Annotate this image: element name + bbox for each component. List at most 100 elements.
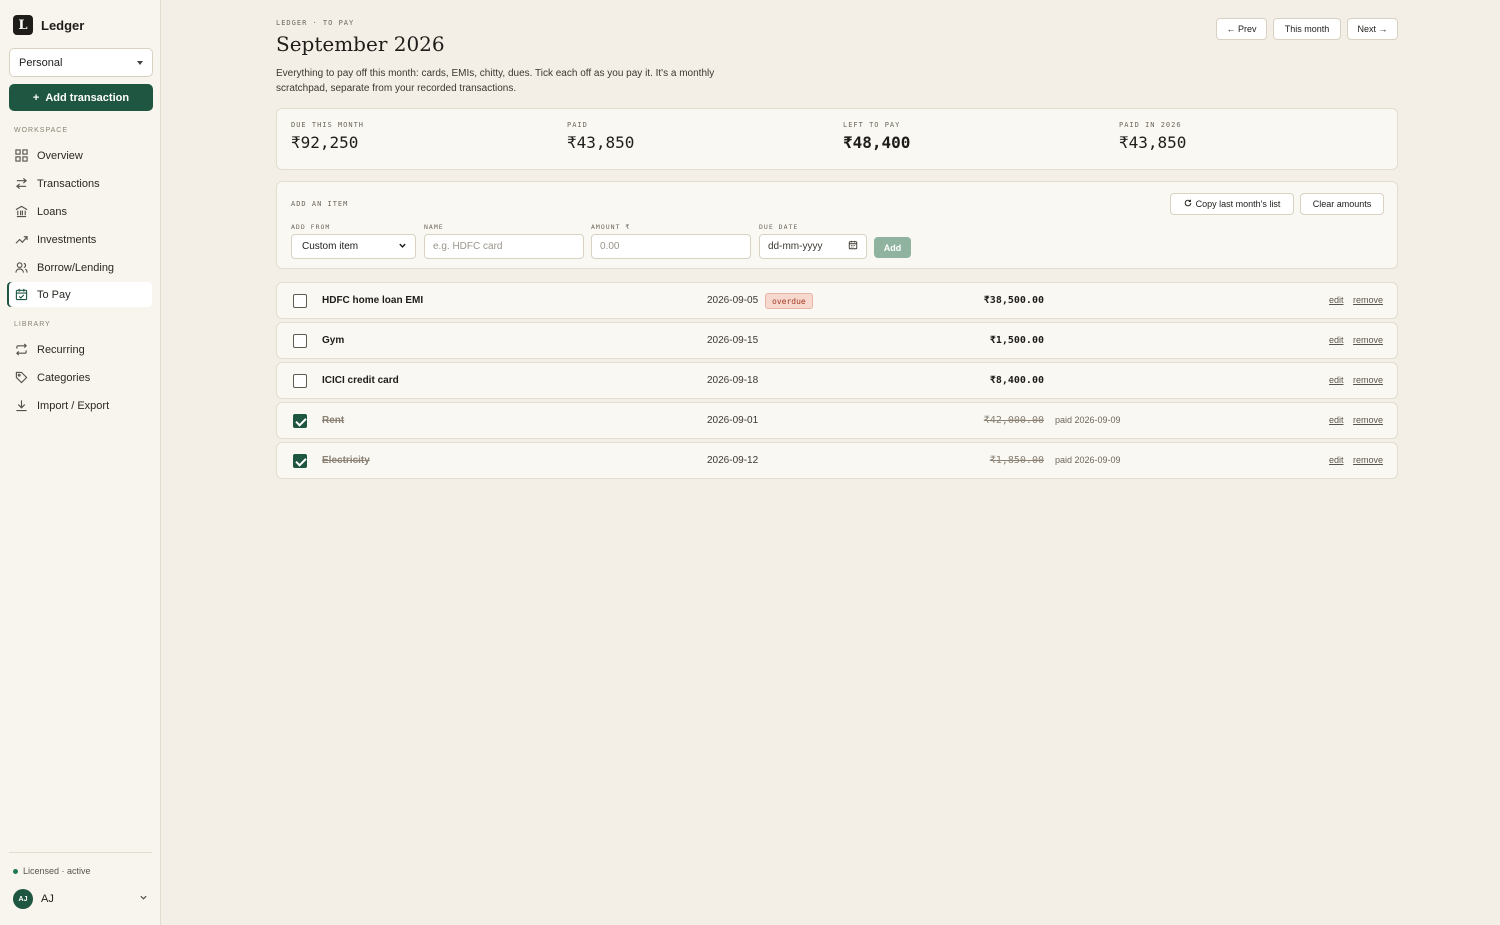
sidebar-item-overview[interactable]: Overview [7, 143, 152, 168]
sidebar-item-label: Borrow/Lending [37, 261, 115, 274]
sidebar-item-label: Investments [37, 233, 97, 246]
account-select[interactable]: Personal [9, 48, 153, 77]
ledger-logo-icon: L [13, 15, 33, 35]
stat-value: ₹48,400 [843, 133, 911, 152]
edit-link[interactable]: edit [1329, 455, 1344, 465]
overdue-badge: overdue [765, 293, 813, 309]
item-due-date: 2026-09-18 [707, 375, 759, 386]
next-month-button[interactable]: Next → [1347, 18, 1398, 40]
stat-label: PAID [567, 121, 588, 129]
edit-link[interactable]: edit [1329, 375, 1344, 385]
item-name: Gym [322, 335, 345, 346]
paid-date: paid 2026-09-09 [1055, 415, 1121, 425]
repeat-icon [15, 343, 28, 356]
item-amount: ₹1,500.00 [989, 335, 1044, 346]
summary-stats: DUE THIS MONTH ₹92,250 PAID ₹43,850 LEFT… [276, 108, 1398, 170]
add-from-label: ADD FROM [291, 223, 331, 231]
amount-label: AMOUNT ₹ [591, 223, 631, 231]
sidebar-item-investments[interactable]: Investments [7, 227, 152, 252]
sidebar-item-loans[interactable]: Loans [7, 199, 152, 224]
add-item-button[interactable]: Add [874, 237, 911, 258]
people-icon [15, 261, 28, 274]
due-date-input[interactable]: dd-mm-yyyy [759, 234, 867, 259]
stat-paid: PAID ₹43,850 [567, 121, 634, 152]
stat-value: ₹43,850 [567, 133, 635, 152]
item-amount: ₹8,400.00 [989, 375, 1044, 386]
license-text: Licensed · active [23, 866, 91, 876]
stat-label: LEFT TO PAY [843, 121, 901, 129]
plus-icon: + [32, 91, 40, 104]
edit-link[interactable]: edit [1329, 295, 1344, 305]
remove-link[interactable]: remove [1353, 415, 1383, 425]
item-amount: ₹1,850.00 [989, 455, 1044, 466]
add-from-select[interactable]: Custom item [291, 234, 416, 259]
caret-down-icon [137, 60, 143, 65]
sidebar-item-label: Transactions [37, 177, 100, 190]
paid-checkbox[interactable] [293, 334, 307, 348]
sidebar-item-categories[interactable]: Categories [7, 365, 152, 390]
sidebar-item-label: To Pay [37, 288, 71, 301]
tag-icon [15, 371, 28, 384]
edit-link[interactable]: edit [1329, 335, 1344, 345]
item-name: Rent [322, 415, 345, 426]
item-name: ICICI credit card [322, 375, 399, 386]
list-item: Gym 2026-09-15 ₹1,500.00 edit remove [276, 322, 1398, 359]
clear-amounts-button[interactable]: Clear amounts [1300, 193, 1384, 215]
sidebar-item-transactions[interactable]: Transactions [7, 171, 152, 196]
account-select-value: Personal [19, 56, 63, 69]
name-label: NAME [424, 223, 444, 231]
sidebar-item-label: Overview [37, 149, 83, 162]
brand[interactable]: L Ledger [13, 15, 84, 35]
stat-paid-in-year: PAID IN 2026 ₹43,850 [1119, 121, 1186, 152]
list-item: ICICI credit card 2026-09-18 ₹8,400.00 e… [276, 362, 1398, 399]
user-menu[interactable]: AJ AJ [13, 889, 148, 909]
list-item: HDFC home loan EMI 2026-09-05 overdue ₹3… [276, 282, 1398, 319]
sidebar-divider [9, 852, 152, 853]
paid-checkbox[interactable] [293, 374, 307, 388]
bank-icon [15, 205, 28, 218]
stat-left-to-pay: LEFT TO PAY ₹48,400 [843, 121, 910, 152]
add-from-value: Custom item [302, 241, 359, 252]
remove-link[interactable]: remove [1353, 335, 1383, 345]
stat-value: ₹92,250 [291, 133, 359, 152]
calendar-check-icon [15, 288, 28, 301]
remove-link[interactable]: remove [1353, 375, 1383, 385]
breadcrumb: LEDGER · TO PAY [276, 19, 355, 27]
this-month-button[interactable]: This month [1273, 18, 1341, 40]
sidebar-item-recurring[interactable]: Recurring [7, 337, 152, 362]
paid-checkbox[interactable] [293, 454, 307, 468]
paid-checkbox[interactable] [293, 294, 307, 308]
item-amount: ₹42,000.00 [983, 415, 1044, 426]
amount-input[interactable]: 0.00 [591, 234, 751, 259]
item-due-date: 2026-09-01 [707, 415, 759, 426]
arrows-swap-icon [15, 177, 28, 190]
page-title: September 2026 [276, 32, 445, 56]
app-name: Ledger [41, 17, 85, 33]
item-due-date: 2026-09-12 [707, 455, 759, 466]
sidebar-item-label: Recurring [37, 343, 85, 356]
sidebar-item-to-pay[interactable]: To Pay [7, 282, 152, 307]
refresh-icon [1184, 199, 1192, 209]
paid-checkbox[interactable] [293, 414, 307, 428]
copy-last-month-button[interactable]: Copy last month's list [1170, 193, 1294, 215]
edit-link[interactable]: edit [1329, 415, 1344, 425]
license-status: Licensed · active [13, 866, 91, 876]
item-due-date: 2026-09-15 [707, 335, 759, 346]
remove-link[interactable]: remove [1353, 455, 1383, 465]
list-item: Rent 2026-09-01 ₹42,000.00 paid 2026-09-… [276, 402, 1398, 439]
stat-value: ₹43,850 [1119, 133, 1187, 152]
sidebar-item-borrow-lending[interactable]: Borrow/Lending [7, 255, 152, 280]
status-dot-icon [13, 868, 18, 874]
sidebar-item-import-export[interactable]: Import / Export [7, 393, 152, 418]
sidebar: L Ledger Personal + Add transaction WORK… [0, 0, 161, 925]
workspace-section-label: WORKSPACE [14, 127, 68, 134]
prev-month-button[interactable]: ← Prev [1216, 18, 1267, 40]
item-amount: ₹38,500.00 [983, 295, 1044, 306]
stat-label: DUE THIS MONTH [291, 121, 365, 129]
list-item: Electricity 2026-09-12 ₹1,850.00 paid 20… [276, 442, 1398, 479]
name-input[interactable]: e.g. HDFC card [424, 234, 584, 259]
add-transaction-button[interactable]: + Add transaction [9, 84, 153, 111]
copy-last-month-label: Copy last month's list [1195, 199, 1281, 209]
remove-link[interactable]: remove [1353, 295, 1383, 305]
calendar-icon[interactable] [848, 240, 858, 253]
